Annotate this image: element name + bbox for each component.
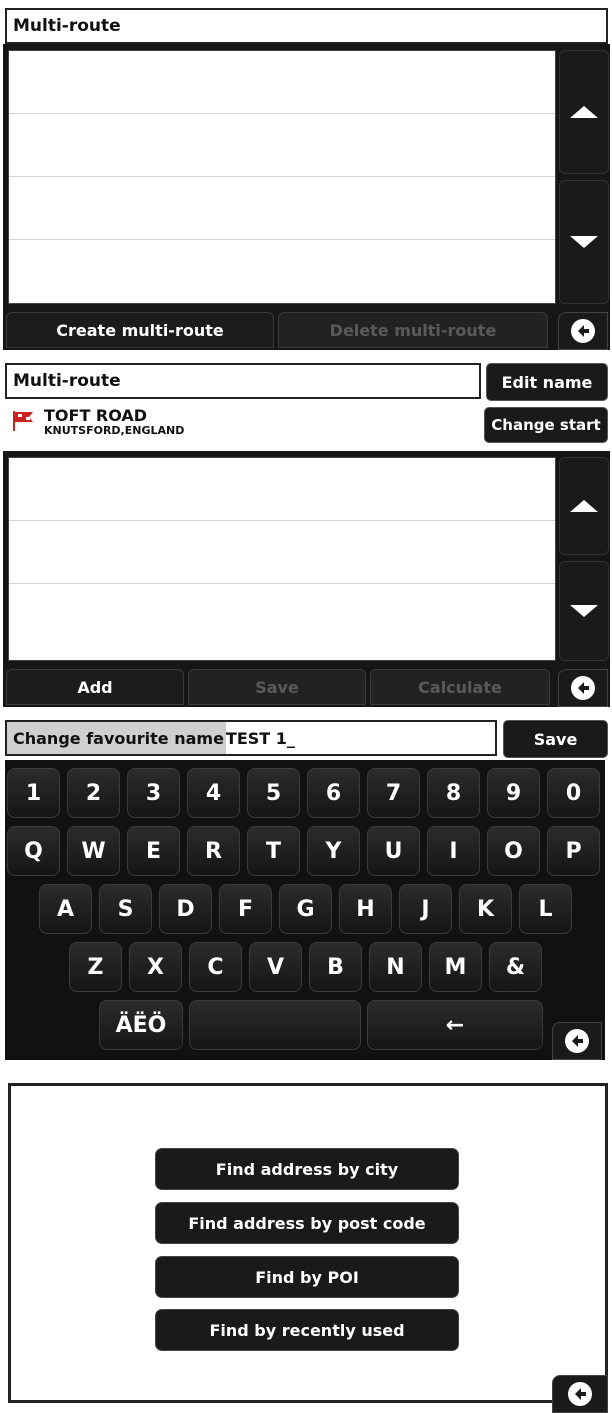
- start-flag-icon: [12, 410, 36, 432]
- list-item[interactable]: [9, 584, 555, 646]
- scroll-down-button[interactable]: [559, 561, 609, 661]
- list-item[interactable]: [9, 458, 555, 521]
- multi-route-edit-screen: Multi-route Edit name TOFT ROAD KNUTSFOR…: [0, 355, 612, 707]
- back-button[interactable]: [552, 1022, 602, 1060]
- key-J[interactable]: J: [399, 884, 452, 934]
- delete-multi-route-button[interactable]: Delete multi-route: [278, 312, 548, 348]
- key-A[interactable]: A: [39, 884, 92, 934]
- key-F[interactable]: F: [219, 884, 272, 934]
- route-list[interactable]: [8, 50, 556, 304]
- back-button[interactable]: [552, 1375, 608, 1413]
- calculate-button[interactable]: Calculate: [370, 669, 550, 705]
- key-0[interactable]: 0: [547, 768, 600, 818]
- key-L[interactable]: L: [519, 884, 572, 934]
- add-button[interactable]: Add: [6, 669, 184, 705]
- key-1[interactable]: 1: [7, 768, 60, 818]
- key-I[interactable]: I: [427, 826, 480, 876]
- key-C[interactable]: C: [189, 942, 242, 992]
- save-button[interactable]: Save: [188, 669, 366, 705]
- space-key[interactable]: [189, 1000, 361, 1050]
- keyboard-screen: Change favourite name TEST 1_ Save 12345…: [0, 712, 612, 1064]
- key-X[interactable]: X: [129, 942, 182, 992]
- save-button[interactable]: Save: [503, 720, 608, 758]
- key-B[interactable]: B: [309, 942, 362, 992]
- start-city: KNUTSFORD,ENGLAND: [44, 424, 185, 437]
- start-street: TOFT ROAD: [44, 406, 148, 425]
- back-arrow-icon: [571, 319, 595, 343]
- destination-list[interactable]: [8, 457, 556, 661]
- key-7[interactable]: 7: [367, 768, 420, 818]
- multi-route-screen: Multi-route Create multi-route Delete mu…: [0, 0, 612, 350]
- key-S[interactable]: S: [99, 884, 152, 934]
- back-arrow-icon: [568, 1382, 592, 1406]
- key-H[interactable]: H: [339, 884, 392, 934]
- field-label: Change favourite name: [7, 722, 226, 754]
- key-G[interactable]: G: [279, 884, 332, 934]
- key-2[interactable]: 2: [67, 768, 120, 818]
- find-by-poi-button[interactable]: Find by POI: [155, 1256, 459, 1298]
- key-U[interactable]: U: [367, 826, 420, 876]
- key-M[interactable]: M: [429, 942, 482, 992]
- list-item[interactable]: [9, 51, 555, 114]
- key-P[interactable]: P: [547, 826, 600, 876]
- key-K[interactable]: K: [459, 884, 512, 934]
- route-name-field[interactable]: Multi-route: [5, 363, 481, 399]
- page-title: Multi-route: [5, 8, 608, 44]
- back-button[interactable]: [558, 312, 608, 350]
- find-address-by-city-button[interactable]: Find address by city: [155, 1148, 459, 1190]
- key-Q[interactable]: Q: [7, 826, 60, 876]
- find-address-by-post-code-button[interactable]: Find address by post code: [155, 1202, 459, 1244]
- find-by-recently-used-button[interactable]: Find by recently used: [155, 1309, 459, 1351]
- list-item[interactable]: [9, 114, 555, 177]
- scroll-up-button[interactable]: [559, 50, 609, 174]
- back-button[interactable]: [558, 669, 608, 707]
- backspace-key[interactable]: ←: [367, 1000, 543, 1050]
- arrow-up-icon: [570, 106, 598, 118]
- arrow-down-icon: [570, 605, 598, 617]
- key-D[interactable]: D: [159, 884, 212, 934]
- list-item[interactable]: [9, 177, 555, 240]
- scroll-down-button[interactable]: [559, 180, 609, 304]
- key-3[interactable]: 3: [127, 768, 180, 818]
- scroll-up-button[interactable]: [559, 457, 609, 555]
- back-arrow-icon: [565, 1029, 589, 1053]
- name-input[interactable]: Change favourite name TEST 1_: [5, 720, 497, 756]
- key-Z[interactable]: Z: [69, 942, 122, 992]
- key-8[interactable]: 8: [427, 768, 480, 818]
- create-multi-route-button[interactable]: Create multi-route: [6, 312, 274, 348]
- key-6[interactable]: 6: [307, 768, 360, 818]
- key-R[interactable]: R: [187, 826, 240, 876]
- arrow-down-icon: [570, 236, 598, 248]
- key-E[interactable]: E: [127, 826, 180, 876]
- key-T[interactable]: T: [247, 826, 300, 876]
- key-V[interactable]: V: [249, 942, 302, 992]
- special-chars-key[interactable]: ÄËÖ: [99, 1000, 183, 1050]
- key-N[interactable]: N: [369, 942, 422, 992]
- list-item[interactable]: [9, 521, 555, 584]
- key-O[interactable]: O: [487, 826, 540, 876]
- key-4[interactable]: 4: [187, 768, 240, 818]
- back-arrow-icon: [571, 676, 595, 700]
- find-address-screen: Find address by city Find address by pos…: [0, 1069, 612, 1414]
- key-Y[interactable]: Y: [307, 826, 360, 876]
- change-start-button[interactable]: Change start: [484, 407, 608, 443]
- key-9[interactable]: 9: [487, 768, 540, 818]
- onscreen-keyboard: 1 2 3 4 5 6 7 8 9 0 Q W E R T Y U I O P A S D F G H J K L Z X C V B N M & ÄËÖ…: [5, 760, 605, 1060]
- key-W[interactable]: W: [67, 826, 120, 876]
- field-value: TEST 1_: [225, 728, 295, 748]
- list-item[interactable]: [9, 240, 555, 302]
- key-&[interactable]: &: [489, 942, 542, 992]
- edit-name-button[interactable]: Edit name: [486, 363, 608, 401]
- arrow-up-icon: [570, 500, 598, 512]
- key-5[interactable]: 5: [247, 768, 300, 818]
